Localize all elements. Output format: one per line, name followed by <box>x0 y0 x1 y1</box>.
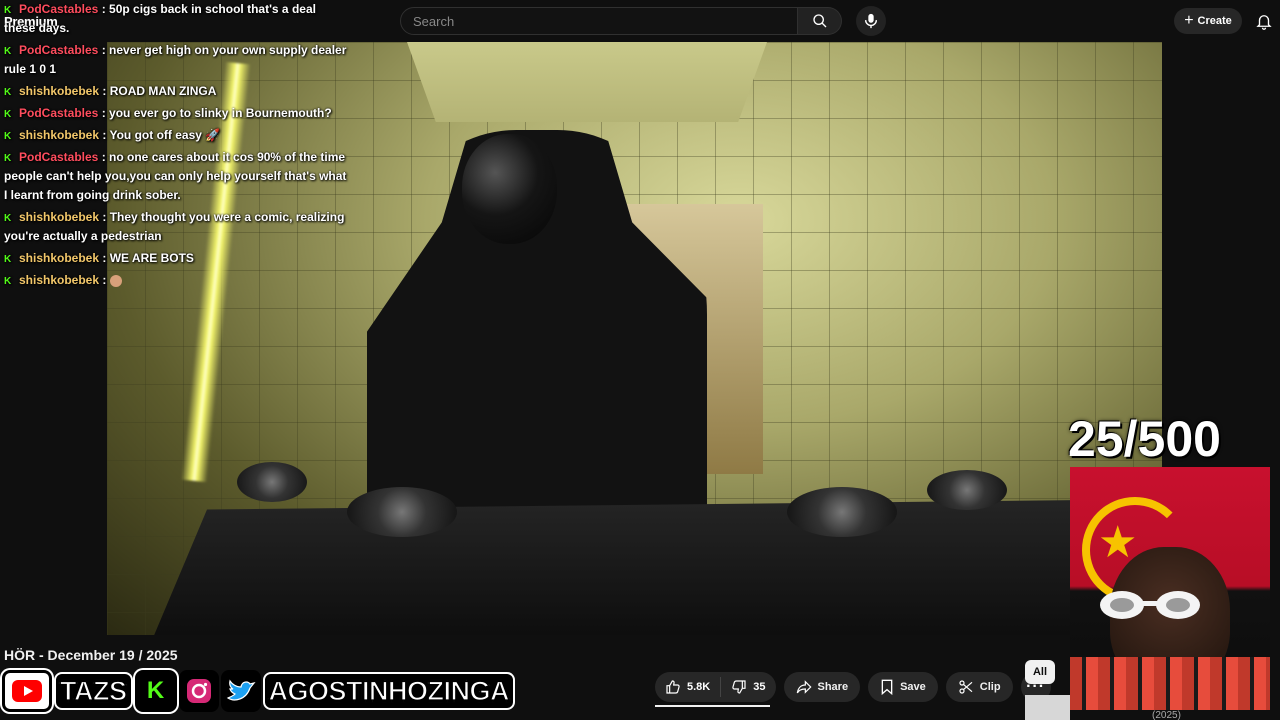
chat-text: you ever go to slinky in Bournemouth? <box>109 106 332 120</box>
kick-badge-icon: K <box>4 46 12 57</box>
social-handle: AGOSTINHOZINGA <box>262 672 515 710</box>
recommendation-thumbnail[interactable] <box>1025 695 1070 720</box>
white-sunglasses <box>1100 591 1200 619</box>
jog-wheel <box>927 470 1007 510</box>
chat-username: shishkobebek <box>19 128 100 142</box>
instagram-icon <box>186 679 211 703</box>
search-icon <box>812 14 826 28</box>
twitter-bird-icon <box>226 679 256 701</box>
share-label: Share <box>817 681 849 693</box>
create-label: Create <box>1197 15 1232 27</box>
search-input[interactable] <box>400 7 798 35</box>
share-arrow-icon <box>796 680 812 694</box>
plus-icon: + <box>1184 12 1194 29</box>
rocket-emoji-icon: 🚀 <box>205 128 221 142</box>
voice-search-button[interactable] <box>856 6 886 36</box>
chat-message: Kshishkobebek : You got off easy 🚀 <box>4 128 221 142</box>
save-label: Save <box>900 681 926 693</box>
face-emoji-icon <box>109 274 122 287</box>
action-underline <box>655 705 770 707</box>
scissors-icon <box>959 680 973 694</box>
microphone-icon <box>864 13 878 29</box>
kick-icon: K <box>146 677 165 704</box>
chat-message: Kshishkobebek : They thought you were a … <box>4 210 345 243</box>
live-chat-overlay: K PodCastables : 50p cigs back in school … <box>4 0 349 293</box>
kick-badge-icon: K <box>4 87 12 98</box>
chat-text: You got off easy <box>109 128 202 142</box>
chat-text: ROAD MAN ZINGA <box>109 84 217 98</box>
jog-wheel <box>347 487 457 537</box>
save-button[interactable]: Save <box>868 672 938 702</box>
bookmark-icon <box>881 679 893 695</box>
thumbs-down-icon <box>732 680 746 694</box>
chat-username: shishkobebek <box>19 251 100 265</box>
chat-username: shishkobebek <box>19 84 100 98</box>
filter-chip-all[interactable]: All <box>1025 660 1055 684</box>
kick-badge-icon: K <box>4 131 12 142</box>
like-button[interactable]: 5.8K <box>655 672 720 702</box>
chat-message: K PodCastables : 50p cigs back in school … <box>4 2 316 35</box>
jog-wheel <box>787 487 897 537</box>
search-button[interactable] <box>798 7 842 35</box>
chat-username: PodCastables <box>19 150 99 164</box>
chat-username: PodCastables <box>19 2 99 16</box>
kick-badge-icon: K <box>4 213 12 224</box>
chat-message: Kshishkobebek : ROAD MAN ZINGA <box>4 84 217 98</box>
notifications-bell-icon[interactable] <box>1255 12 1273 30</box>
search-bar <box>400 7 842 35</box>
kick-badge-icon: K <box>4 109 12 120</box>
video-actions: 5.8K 35 Share Save Clip ··· <box>655 672 1051 702</box>
clip-label: Clip <box>979 681 1001 693</box>
recommendation-year: (2025) <box>1152 710 1181 720</box>
chat-username: PodCastables <box>19 106 99 120</box>
share-button[interactable]: Share <box>783 672 861 702</box>
channel-handle: TAZS <box>54 672 133 710</box>
social-handles-banner: TAZS K AGOSTINHOZINGA <box>2 670 515 712</box>
thumbs-up-icon <box>666 680 680 694</box>
kick-badge-icon: K <box>4 153 12 164</box>
create-button[interactable]: + Create <box>1174 8 1242 34</box>
youtube-icon <box>12 680 42 702</box>
kick-badge-icon: K <box>4 276 12 287</box>
twitter-logo-tile <box>220 670 261 712</box>
dislike-button[interactable]: 35 <box>721 672 775 702</box>
plaid-shirt <box>1070 657 1270 710</box>
chat-message: Kshishkobebek : WE ARE BOTS <box>4 251 194 265</box>
ceiling <box>407 42 767 122</box>
kick-logo-tile: K <box>134 670 177 712</box>
kick-badge-icon: K <box>4 254 12 265</box>
chat-message: K PodCastables : you ever go to slinky in… <box>4 106 332 120</box>
chat-message: K PodCastables : no one cares about it co… <box>4 150 347 202</box>
chat-username: PodCastables <box>19 43 99 57</box>
video-title: HÖR - December 19 / 2025 <box>4 647 178 663</box>
like-dislike-group: 5.8K 35 <box>655 672 776 702</box>
dislike-count: 35 <box>753 681 766 693</box>
like-count: 5.8K <box>687 681 711 693</box>
dj-helmet <box>462 134 557 244</box>
clip-button[interactable]: Clip <box>945 672 1013 702</box>
streamer-webcam: ★ <box>1070 467 1270 710</box>
chat-text: WE ARE BOTS <box>109 251 194 265</box>
chat-message: K PodCastables : never get high on your o… <box>4 43 347 76</box>
youtube-logo-tile <box>2 670 52 712</box>
goal-counter: 25/500 <box>1068 411 1221 467</box>
chat-message: Kshishkobebek : <box>4 271 349 290</box>
kick-badge-icon: K <box>4 5 12 16</box>
instagram-logo-tile <box>178 670 219 712</box>
chat-username: shishkobebek <box>19 210 100 224</box>
chat-username: shishkobebek <box>19 273 100 287</box>
jog-wheel <box>237 462 307 502</box>
app-window: Premium + Create KPodCastables : 50p cig… <box>0 0 1280 720</box>
